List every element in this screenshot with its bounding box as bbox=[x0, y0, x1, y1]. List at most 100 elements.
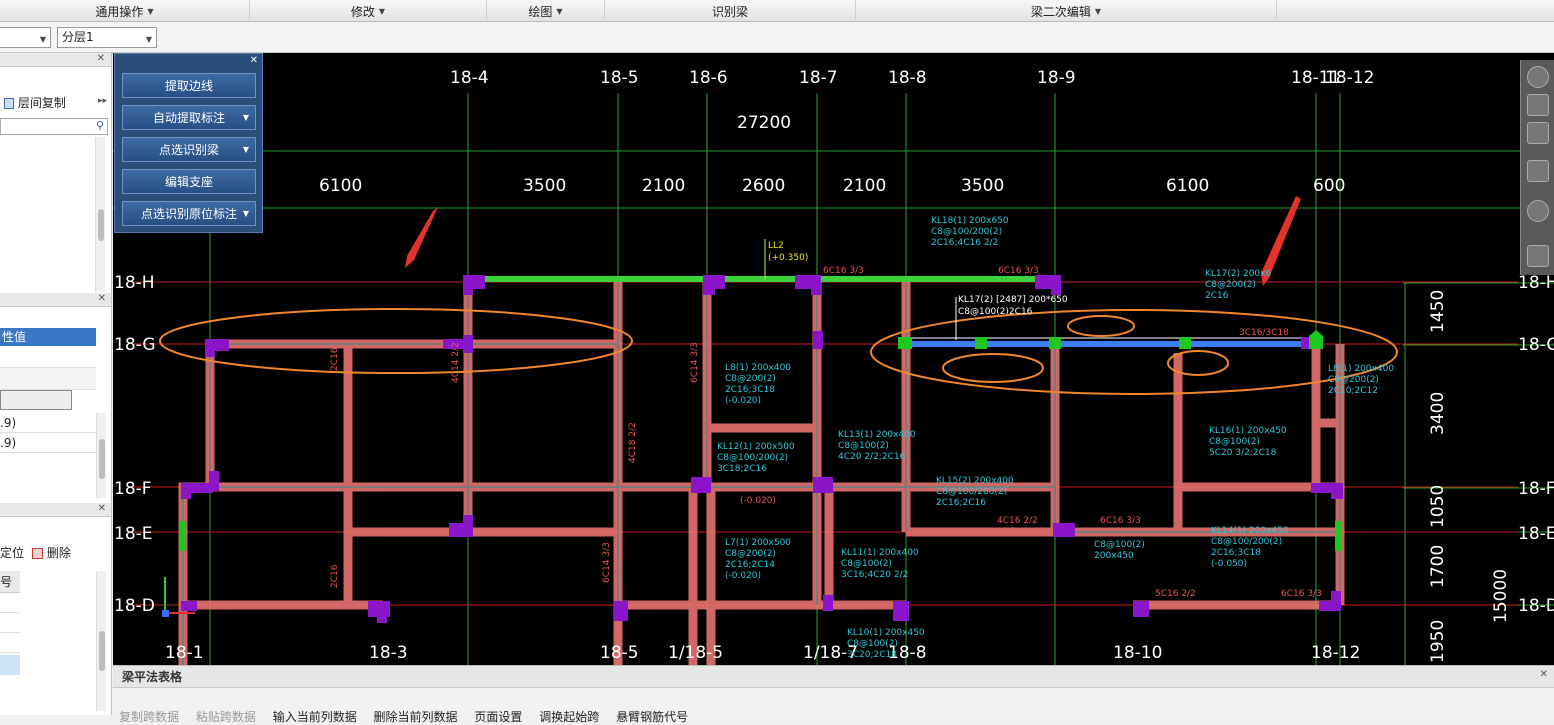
scroll-thumb[interactable] bbox=[98, 209, 104, 241]
right-dimension: 3400 bbox=[1428, 392, 1448, 435]
menu-draw[interactable]: 绘图 ▼ bbox=[487, 0, 605, 22]
row-axis-label: 18-G bbox=[114, 335, 156, 355]
beam-annotation: KL15(2) 200x400 bbox=[936, 476, 1014, 486]
page-setup-button[interactable]: 页面设置 bbox=[474, 710, 522, 724]
beam-annotation: (-0.020) bbox=[725, 396, 761, 406]
rebar-note: (-0.020) bbox=[740, 496, 776, 506]
beam-recognition-panel: ✕ 提取边线 自动提取标注 ▼ 点选识别梁 ▼ 编辑支座 点选识别原位标注 ▼ bbox=[114, 53, 263, 233]
locate-button[interactable]: 定位 bbox=[0, 544, 24, 561]
bottom-axis-label: 18-10 bbox=[1113, 643, 1162, 663]
list-row[interactable] bbox=[0, 633, 20, 653]
menu-general-ops[interactable]: 通用操作 ▼ bbox=[0, 0, 250, 22]
copy-between-floors-button[interactable]: 层间复制 bbox=[0, 94, 66, 111]
orbit-icon[interactable] bbox=[1527, 66, 1549, 88]
layer-select[interactable]: 分层1 ▼ bbox=[57, 27, 157, 48]
view-toolbar bbox=[1520, 60, 1554, 275]
row-axis-label-right: 18-D bbox=[1518, 596, 1554, 616]
copy-span-data-button[interactable]: 复制跨数据 bbox=[119, 710, 179, 724]
chevron-down-icon: ▼ bbox=[39, 35, 46, 44]
delete-button[interactable]: 删除 bbox=[32, 544, 71, 561]
close-icon[interactable]: ✕ bbox=[250, 55, 258, 66]
close-icon[interactable]: ✕ bbox=[97, 53, 105, 64]
beam-annotation: 5C20 3/2;2C18 bbox=[1209, 448, 1277, 458]
menu-recognize-beam[interactable]: 识别梁 bbox=[605, 0, 856, 22]
menu-empty bbox=[1277, 0, 1554, 22]
beam-annotation: 2C16;2C16 bbox=[936, 498, 986, 508]
cantilever-rebar-code-button[interactable]: 悬臂钢筋代号 bbox=[616, 710, 688, 724]
beam-annotation: KL18(1) 200x650 bbox=[931, 216, 1009, 226]
beam-annotation: (-0.050) bbox=[1211, 559, 1247, 569]
property-value[interactable]: .9) bbox=[0, 413, 96, 433]
close-icon[interactable]: ✕ bbox=[98, 293, 106, 304]
cad-canvas[interactable]: 18-4 18-5 18-6 18-7 18-8 18-9 18-11 18-1… bbox=[113, 53, 1554, 665]
search-input[interactable]: ⚲ bbox=[0, 118, 108, 135]
main-menu-bar: 通用操作 ▼ 修改 ▼ 绘图 ▼ 识别梁 梁二次编辑 ▼ bbox=[0, 0, 1554, 22]
scroll-thumb[interactable] bbox=[99, 631, 105, 671]
selected-beam-sub: C8@100(2)2C16 bbox=[958, 307, 1033, 317]
top-axis-label: 18-7 bbox=[799, 68, 838, 88]
paste-span-data-button[interactable]: 粘贴跨数据 bbox=[196, 710, 256, 724]
floor-select[interactable]: ▼ bbox=[0, 27, 51, 48]
dimension-label: 2600 bbox=[742, 176, 785, 196]
box-view-icon[interactable] bbox=[1527, 160, 1549, 182]
close-icon[interactable]: ✕ bbox=[1540, 669, 1548, 680]
delete-column-data-button[interactable]: 删除当前列数据 bbox=[374, 710, 458, 724]
panel-title: 梁平法表格 bbox=[113, 666, 1554, 688]
chevron-down-icon: ▼ bbox=[242, 145, 249, 154]
beam-annotation: C8@100(2) bbox=[1094, 540, 1145, 550]
beam-annotation: KL13(1) 200x400 bbox=[838, 430, 916, 440]
grid-icon[interactable] bbox=[1527, 245, 1549, 267]
extract-edge-button[interactable]: 提取边线 bbox=[122, 73, 256, 98]
search-icon[interactable]: ⚲ bbox=[96, 119, 104, 132]
dimension-label: 6100 bbox=[319, 176, 362, 196]
list-row[interactable] bbox=[0, 613, 20, 633]
pick-recognize-beam-button[interactable]: 点选识别梁 ▼ bbox=[122, 137, 256, 162]
column-header: 号 bbox=[0, 571, 20, 593]
list-row-selected[interactable] bbox=[0, 655, 20, 675]
scrollbar[interactable] bbox=[96, 413, 106, 498]
row-axis-label-right: 18-F bbox=[1518, 479, 1554, 499]
chevron-down-icon: ▼ bbox=[242, 209, 249, 218]
row-axis-label: 18-E bbox=[114, 524, 153, 544]
row-axis-label-right: 18-G bbox=[1518, 335, 1554, 355]
beam-annotation: (-0.020) bbox=[725, 571, 761, 581]
rebar-note: 6C16 3/3 bbox=[998, 266, 1039, 276]
chevron-down-icon: ▼ bbox=[378, 6, 386, 16]
beam-table-panel: 梁平法表格 ✕ 复制跨数据 粘贴跨数据 输入当前列数据 删除当前列数据 页面设置… bbox=[113, 665, 1554, 724]
menu-modify[interactable]: 修改 ▼ bbox=[250, 0, 487, 22]
swap-start-span-button[interactable]: 调换起始跨 bbox=[539, 710, 599, 724]
double-chevron-icon[interactable]: ▸▸ bbox=[98, 96, 107, 106]
beam-annotation: 2C16 bbox=[1205, 291, 1229, 301]
beam-annotation: L8(1) 200x400 bbox=[725, 363, 791, 373]
dimension-label: 2100 bbox=[843, 176, 886, 196]
menu-beam-secondary-edit[interactable]: 梁二次编辑 ▼ bbox=[856, 0, 1277, 22]
edit-support-button[interactable]: 编辑支座 bbox=[122, 169, 256, 194]
beam-annotation: C8@200(2) bbox=[725, 374, 776, 384]
panel-titlebar-properties: ✕ bbox=[0, 293, 111, 307]
input-column-data-button[interactable]: 输入当前列数据 bbox=[273, 710, 357, 724]
beam-annotation: KL11(1) 200x400 bbox=[841, 548, 919, 558]
property-value[interactable]: .9) bbox=[0, 433, 96, 453]
cube-view-icon[interactable] bbox=[1527, 122, 1549, 144]
dimension-label: 3500 bbox=[961, 176, 1004, 196]
property-row[interactable] bbox=[0, 346, 96, 368]
auto-extract-label-button[interactable]: 自动提取标注 ▼ bbox=[122, 105, 256, 130]
property-row-selected[interactable] bbox=[0, 390, 72, 410]
beam-annotation: C8@100/200(2) bbox=[717, 453, 788, 463]
3d-view-icon[interactable] bbox=[1527, 94, 1549, 116]
scroll-thumb[interactable] bbox=[99, 439, 105, 479]
list-row[interactable] bbox=[0, 593, 20, 613]
rotate-icon[interactable] bbox=[1527, 200, 1549, 222]
beam-annotation: C8@200(2) bbox=[725, 549, 776, 559]
close-icon[interactable]: ✕ bbox=[98, 503, 106, 514]
chevron-down-icon: ▼ bbox=[242, 113, 249, 122]
beam-annotation: 200x450 bbox=[1094, 551, 1134, 561]
selected-beam-label: KL17(2) [2487] 200*650 bbox=[958, 295, 1068, 305]
bottom-axis-label: 18-1 bbox=[165, 643, 204, 663]
scrollbar[interactable] bbox=[95, 137, 105, 292]
chevron-down-icon: ▼ bbox=[145, 35, 152, 44]
property-row[interactable] bbox=[0, 368, 96, 390]
beam-annotation: C8@100(2) bbox=[838, 441, 889, 451]
pick-recognize-inplace-button[interactable]: 点选识别原位标注 ▼ bbox=[122, 201, 256, 226]
scrollbar[interactable] bbox=[96, 571, 106, 711]
